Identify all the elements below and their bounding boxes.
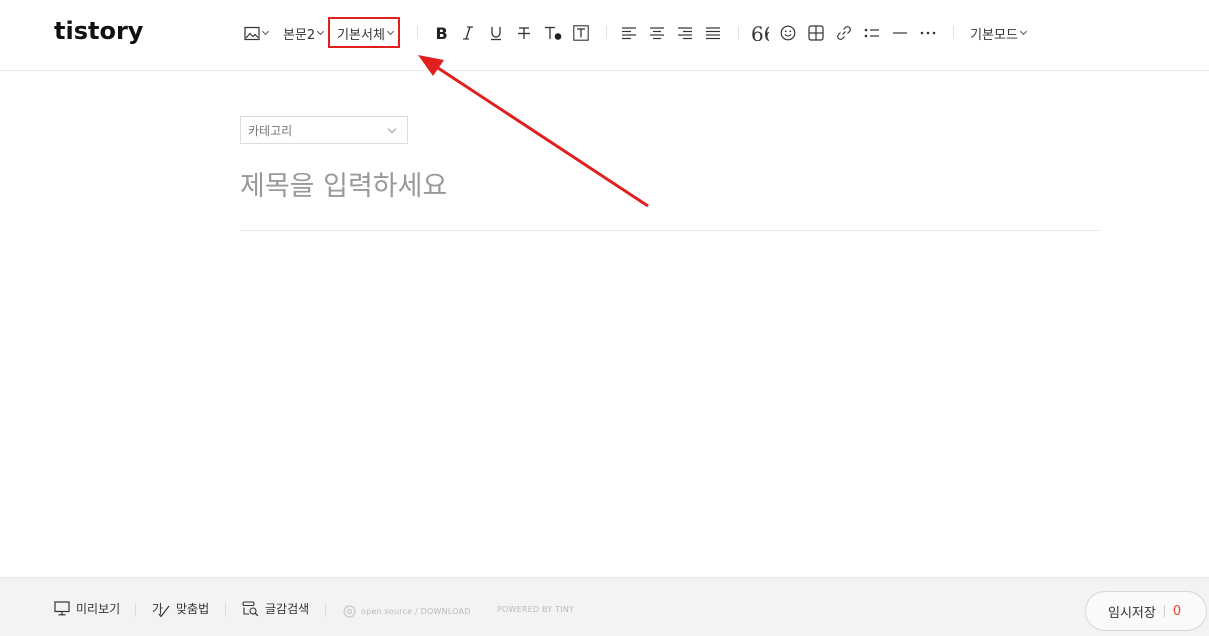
image-icon — [244, 26, 260, 41]
align-left-button[interactable] — [619, 20, 639, 46]
table-icon — [808, 25, 824, 41]
preview-button[interactable]: 미리보기 — [54, 600, 120, 617]
strikethrough-button[interactable] — [514, 20, 534, 46]
text-color-icon — [544, 25, 562, 41]
list-button[interactable] — [862, 20, 882, 46]
category-label: 카테고리 — [248, 123, 293, 138]
align-center-icon — [649, 26, 665, 40]
title-divider — [240, 230, 1100, 231]
more-icon — [919, 26, 937, 40]
align-right-icon — [677, 26, 693, 40]
open-source-label: open source / DOWNLOAD — [361, 607, 471, 616]
toolbar-divider — [738, 26, 739, 39]
strikethrough-icon — [517, 25, 531, 41]
quote-icon: 66 — [751, 25, 769, 41]
spellcheck-icon: 가 — [152, 602, 170, 617]
powered-by-label: POWERED BY TINY — [497, 605, 574, 614]
post-content-editor[interactable] — [240, 240, 1100, 560]
footer-divider — [135, 603, 136, 617]
post-title-input[interactable] — [240, 164, 1100, 208]
save-draft-separator — [1163, 605, 1165, 617]
svg-text:66: 66 — [751, 25, 769, 41]
align-left-icon — [621, 26, 637, 40]
open-source-link[interactable]: open source / DOWNLOAD — [343, 605, 471, 618]
category-select[interactable]: 카테고리 — [240, 116, 408, 144]
svg-text:가: 가 — [152, 602, 163, 616]
paragraph-style-label: 본문2 — [283, 27, 316, 43]
editor-mode-dropdown[interactable]: 기본모드 — [969, 20, 1027, 46]
italic-icon — [462, 25, 474, 41]
preview-label: 미리보기 — [76, 602, 121, 616]
open-source-icon — [343, 605, 356, 618]
more-button[interactable] — [918, 20, 938, 46]
tistory-logo[interactable]: tistory — [54, 17, 143, 45]
paragraph-style-dropdown[interactable]: 본문2 — [283, 20, 325, 46]
monitor-icon — [54, 601, 70, 616]
text-background-icon — [573, 25, 589, 41]
toolbar-divider — [417, 26, 418, 39]
underline-icon — [489, 25, 503, 41]
list-icon — [864, 26, 880, 40]
table-button[interactable] — [806, 20, 826, 46]
toolbar-divider — [953, 26, 954, 39]
toolbar-divider — [606, 26, 607, 39]
editor-toolbar: tistory 본문2 기본서체 B 6 기본모드 — [0, 0, 1209, 71]
align-center-button[interactable] — [647, 20, 667, 46]
link-icon — [836, 25, 852, 41]
italic-button[interactable] — [458, 20, 478, 46]
horizontal-rule-icon — [892, 26, 908, 40]
chevron-down-icon — [387, 124, 397, 133]
text-background-button[interactable] — [571, 20, 591, 46]
emoticon-button[interactable] — [778, 20, 798, 46]
bold-icon: B — [434, 25, 448, 41]
align-right-button[interactable] — [675, 20, 695, 46]
editor-mode-label: 기본모드 — [970, 27, 1018, 43]
save-draft-label: 임시저장 — [1108, 605, 1156, 621]
chevron-down-icon — [317, 28, 325, 35]
spellcheck-label: 맞춤법 — [176, 602, 210, 616]
insert-image-button[interactable] — [242, 20, 270, 46]
chevron-down-icon — [261, 27, 270, 36]
quote-button[interactable]: 66 — [750, 20, 770, 46]
align-justify-icon — [705, 26, 721, 40]
text-search-label: 글감검색 — [265, 602, 310, 616]
horizontal-rule-button[interactable] — [890, 20, 910, 46]
link-button[interactable] — [834, 20, 854, 46]
svg-text:B: B — [436, 25, 448, 41]
align-justify-button[interactable] — [703, 20, 723, 46]
text-search-icon — [242, 600, 259, 616]
emoticon-icon — [780, 25, 796, 41]
spellcheck-button[interactable]: 가 맞춤법 — [152, 600, 209, 617]
chevron-down-icon — [1019, 27, 1027, 36]
underline-button[interactable] — [486, 20, 506, 46]
draft-count[interactable]: 0 — [1173, 604, 1181, 619]
highlight-box — [328, 17, 400, 48]
text-color-button[interactable] — [542, 20, 564, 46]
footer-divider — [325, 603, 326, 617]
editor-footer: 미리보기 가 맞춤법 글감검색 open source / DOWNLOAD P… — [0, 577, 1209, 636]
save-draft-button[interactable]: 임시저장 0 — [1085, 591, 1207, 631]
footer-divider — [225, 603, 226, 617]
text-search-button[interactable]: 글감검색 — [242, 600, 309, 617]
bold-button[interactable]: B — [431, 20, 451, 46]
